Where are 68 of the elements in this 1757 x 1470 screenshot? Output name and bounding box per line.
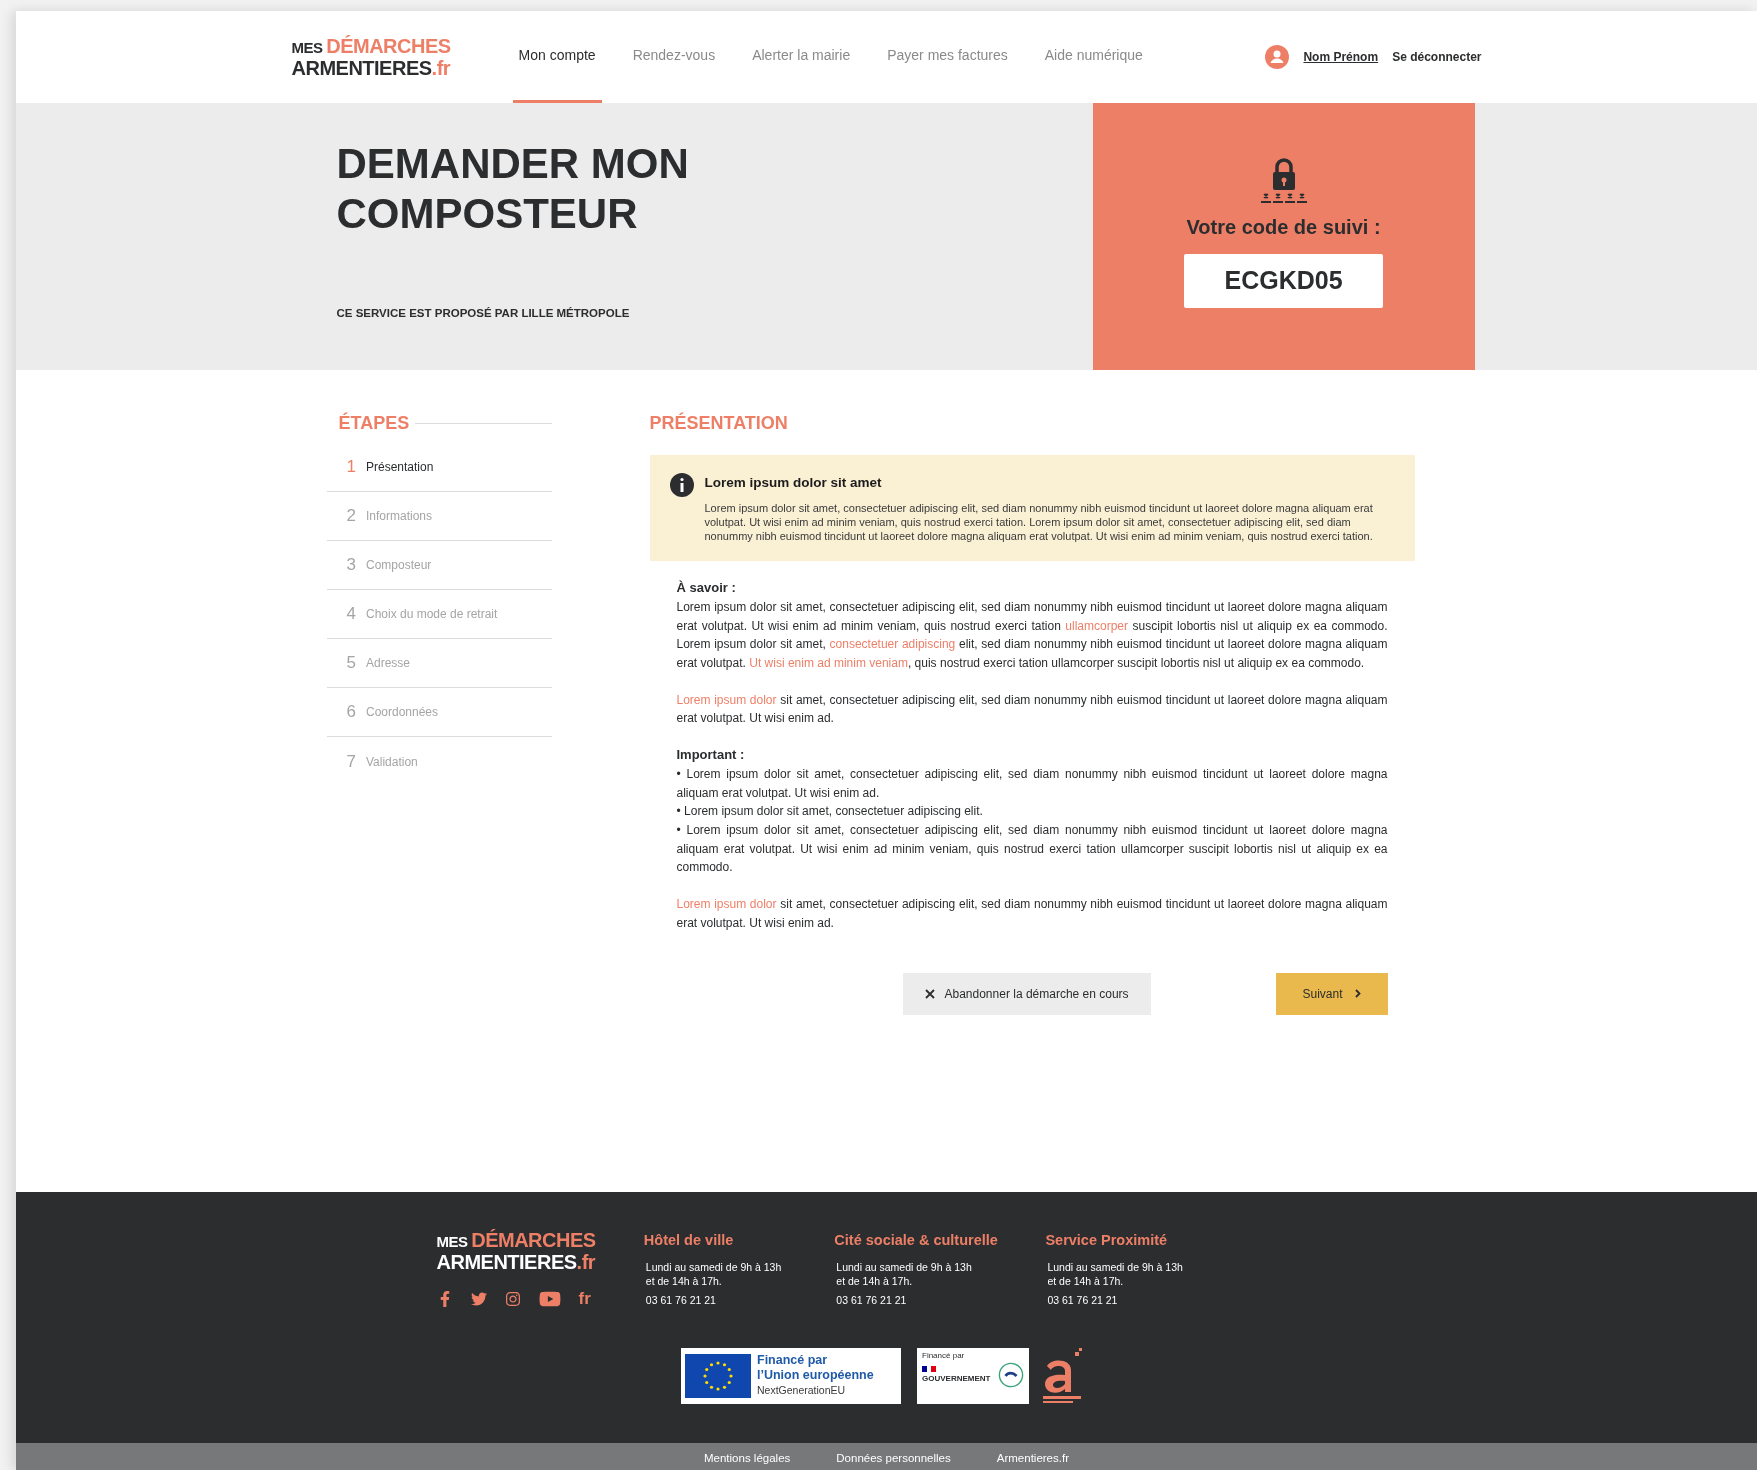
step-item[interactable]: 4 Choix du mode de retrait [326, 590, 552, 639]
site-logo[interactable]: MES DÉMARCHES ARMENTIERES.fr [291, 36, 451, 78]
step-item[interactable]: 6 Coordonnées [326, 688, 552, 737]
user-name-link[interactable]: Nom Prénom [1303, 48, 1379, 66]
info-title: Lorem ipsum dolor sit amet [704, 474, 883, 492]
service-provider-text: CE SERVICE EST PROPOSÉ PAR LILLE MÉTROPOLE [336, 305, 631, 321]
instagram-icon[interactable] [504, 1290, 521, 1307]
inline-link[interactable]: Lorem ipsum dolor [676, 692, 777, 707]
twitter-icon[interactable] [470, 1290, 487, 1307]
gov-name-text: GOUVERNEMENT [922, 1374, 991, 1383]
bullet-item: • Lorem ipsum dolor sit amet, consectetuer adipiscing elit, sed diam nonummy nibh euismod tincidunt ut laoreet dolore magna aliquam erat volutpat. Ut wisi enim ad minim veniam, quis nostrud exerci tation ullamcorper suscipit lobortis nisl ut aliquip ex ea commodo. [676, 822, 1388, 877]
page-title: DEMANDER MON COMPOSTEUR [336, 139, 690, 239]
logout-link[interactable]: Se déconnecter [1392, 48, 1482, 66]
opening-hours: Lundi au samedi de 9h à 13h [836, 1259, 973, 1274]
nav-link[interactable]: Alerter la mairie [746, 11, 857, 103]
opening-hours: et de 14h à 17h. [836, 1273, 914, 1288]
nav-link[interactable]: Rendez-vous [626, 11, 722, 103]
info-icon [669, 473, 694, 497]
body-paragraph: Lorem ipsum dolor sit amet, consectetuer adipiscing elit, sed diam nonummy nibh euismod tincidunt ut laoreet dolore magna aliquam erat volutpat. Ut wisi enim ad minim veniam, quis nostrud exerci tation ullamcorper suscipit lobortis nisl ut aliquip ex ea commodo. Lorem ipsum dolor sit amet, consectetuer adipiscing elit, sed diam nonummy nibh euismod tincidunt ut laoreet dolore magna aliquam erat volutpat. Ut wisi enim ad minim veniam, quis nostrud exerci tation ullamcorper suscipit lobortis nisl ut aliquip ex ea commodo. [676, 598, 1388, 673]
nav-link[interactable]: Payer mes factures [881, 11, 1014, 103]
body-paragraph: Lorem ipsum dolor sit amet, consectetuer adipiscing elit, sed diam nonummy nibh euismod tincidunt ut laoreet dolore magna aliquam erat volutpat. Ut wisi enim ad. [676, 896, 1388, 932]
opening-hours: Lundi au samedi de 9h à 13h [1047, 1259, 1184, 1274]
opening-hours: et de 14h à 17h. [1047, 1273, 1125, 1288]
step-item[interactable]: 3 Composteur [326, 541, 552, 590]
nav-link[interactable]: Aide numérique [1038, 11, 1149, 103]
recovery-seal-icon [998, 1361, 1024, 1388]
user-avatar-icon [1265, 45, 1290, 69]
phone-number: 03 61 76 21 21 [645, 1292, 717, 1307]
site-logo[interactable]: MES DÉMARCHES ARMENTIERES.fr [436, 1230, 644, 1272]
eu-funding-text: Financé par [757, 1353, 829, 1368]
step-item[interactable]: 2 Informations [326, 492, 552, 541]
tracking-code-label: Votre code de suivi : [1186, 215, 1381, 240]
step-item[interactable]: 5 Adresse [326, 639, 552, 688]
inline-link[interactable]: Ut wisi enim ad minim veniam [749, 656, 908, 671]
french-flag-icon [922, 1366, 936, 1372]
footer-link[interactable]: Armentieres.fr [996, 1450, 1069, 1468]
footer-column-title: Cité sociale & culturelle [834, 1231, 999, 1250]
gov-caption-text: Financé par [922, 1350, 966, 1360]
footer-link[interactable]: Mentions légales [704, 1450, 791, 1468]
steps-title: ÉTAPES [338, 411, 410, 435]
tracking-code-field: ECGKD05 [1184, 254, 1383, 308]
subheading: Important : [676, 746, 746, 765]
footer-link[interactable]: Données personnelles [836, 1450, 951, 1468]
section-title: PRÉSENTATION [649, 411, 789, 435]
inline-link[interactable]: ullamcorper [1065, 618, 1129, 633]
opening-hours: et de 14h à 17h. [645, 1273, 723, 1288]
inline-link[interactable]: consectetuer adipiscing [829, 637, 956, 652]
chevron-right-icon [1354, 989, 1361, 998]
step-item[interactable]: 7 Validation [326, 737, 552, 786]
eu-funding-text: l’Union européenne [757, 1368, 874, 1383]
footer-column-title: Hôtel de ville [643, 1231, 735, 1250]
eu-program-text: NextGenerationEU [757, 1383, 847, 1398]
subheading: À savoir : [676, 579, 737, 598]
phone-number: 03 61 76 21 21 [836, 1292, 908, 1307]
info-text: Lorem ipsum dolor sit amet, consectetuer adipiscing elit, sed diam nonummy nibh euismod tincidunt ut laoreet dolore magna aliquam erat volutpat. Ut wisi enim ad minim veniam, quis nostrud exerci tation. Lorem ipsum dolor sit amet, consectetuer adipiscing elit, sed diam nonummy nibh euismod tincidunt ut laoreet dolore magna aliquam erat volutpat. Ut wisi enim ad minim veniam, quis nostrud exerci tation. [704, 501, 1374, 544]
inline-link[interactable]: Lorem ipsum dolor [676, 897, 777, 912]
bullet-item: • Lorem ipsum dolor sit amet, consectetuer adipiscing elit, sed diam nonummy nibh euismod tincidunt ut laoreet dolore magna aliquam erat volutpat. Ut wisi enim ad. [676, 765, 1388, 802]
opening-hours: Lundi au samedi de 9h à 13h [645, 1259, 783, 1274]
abandon-button[interactable]: Abandonner la démarche en cours [902, 972, 1151, 1015]
next-button[interactable]: Suivant [1275, 972, 1388, 1015]
website-link[interactable]: fr [578, 1286, 591, 1312]
step-item[interactable]: 1 Présentation [326, 443, 552, 492]
footer-column-title: Service Proximité [1045, 1231, 1169, 1250]
close-icon [924, 988, 935, 999]
body-paragraph: Lorem ipsum dolor sit amet, consectetuer adipiscing elit, sed diam nonummy nibh euismod tincidunt ut laoreet dolore magna aliquam erat volutpat. Ut wisi enim ad. [676, 691, 1388, 728]
phone-number: 03 61 76 21 21 [1047, 1292, 1119, 1307]
eu-flag-icon [685, 1353, 751, 1398]
bullet-item: • Lorem ipsum dolor sit amet, consectetuer adipiscing elit. [676, 803, 984, 821]
